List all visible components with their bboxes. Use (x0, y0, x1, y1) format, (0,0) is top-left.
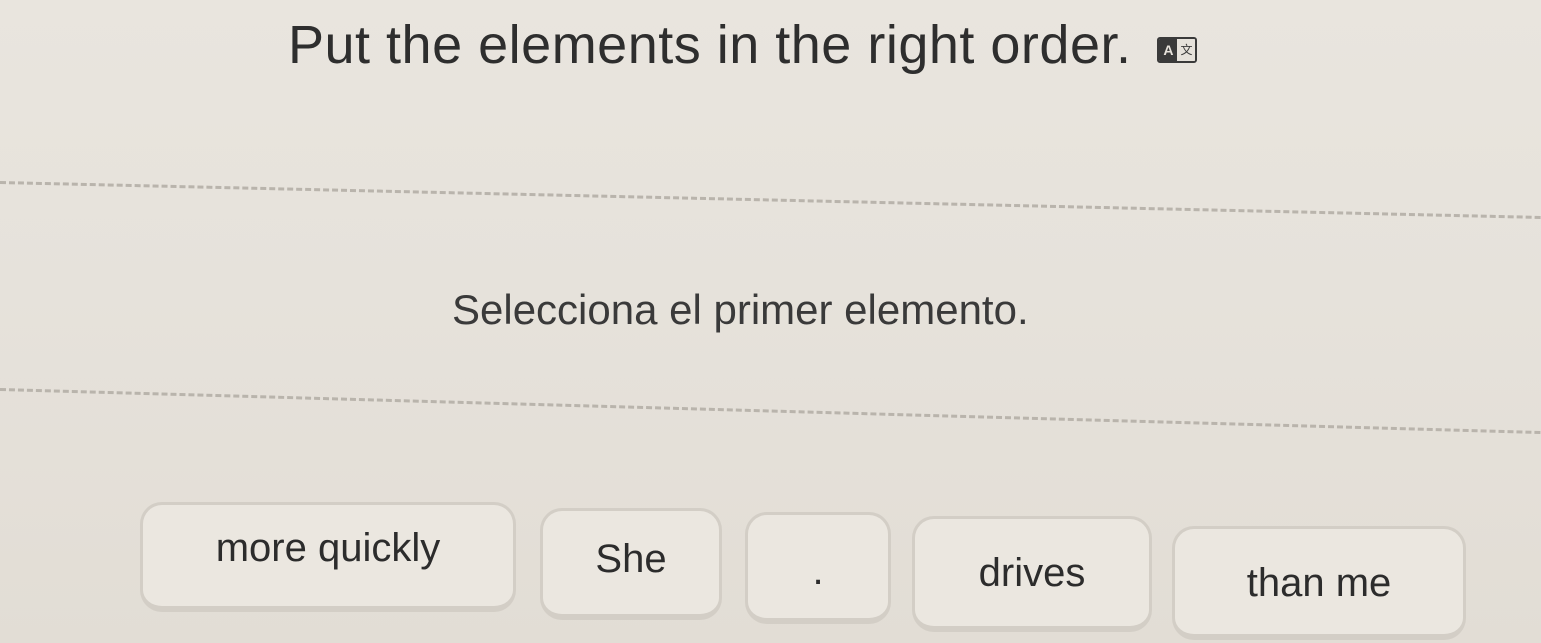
word-token-she[interactable]: She (540, 508, 722, 620)
word-token-label: She (595, 537, 667, 581)
word-token-label: more quickly (215, 526, 441, 570)
word-token-drives[interactable]: drives (912, 516, 1152, 632)
word-token-label: . (812, 549, 824, 593)
word-token-more-quickly[interactable]: more quickly (140, 502, 516, 612)
instruction-header: Put the elements in the right order. A 文 (288, 14, 1198, 76)
select-first-prompt: Selecciona el primer elemento. (452, 286, 1029, 333)
answer-line-bottom (0, 388, 1541, 435)
word-token-than-me[interactable]: than me (1172, 526, 1466, 640)
word-token-label: than me (1246, 561, 1392, 605)
answer-line-top (0, 181, 1541, 219)
translate-icon[interactable]: A 文 (1157, 37, 1198, 63)
word-token-period[interactable]: . (745, 512, 891, 624)
translate-icon-target: 文 (1177, 39, 1196, 61)
translate-icon-source: A (1159, 39, 1178, 61)
word-token-label: drives (978, 551, 1086, 595)
instruction-text: Put the elements in the right order. (288, 15, 1132, 75)
